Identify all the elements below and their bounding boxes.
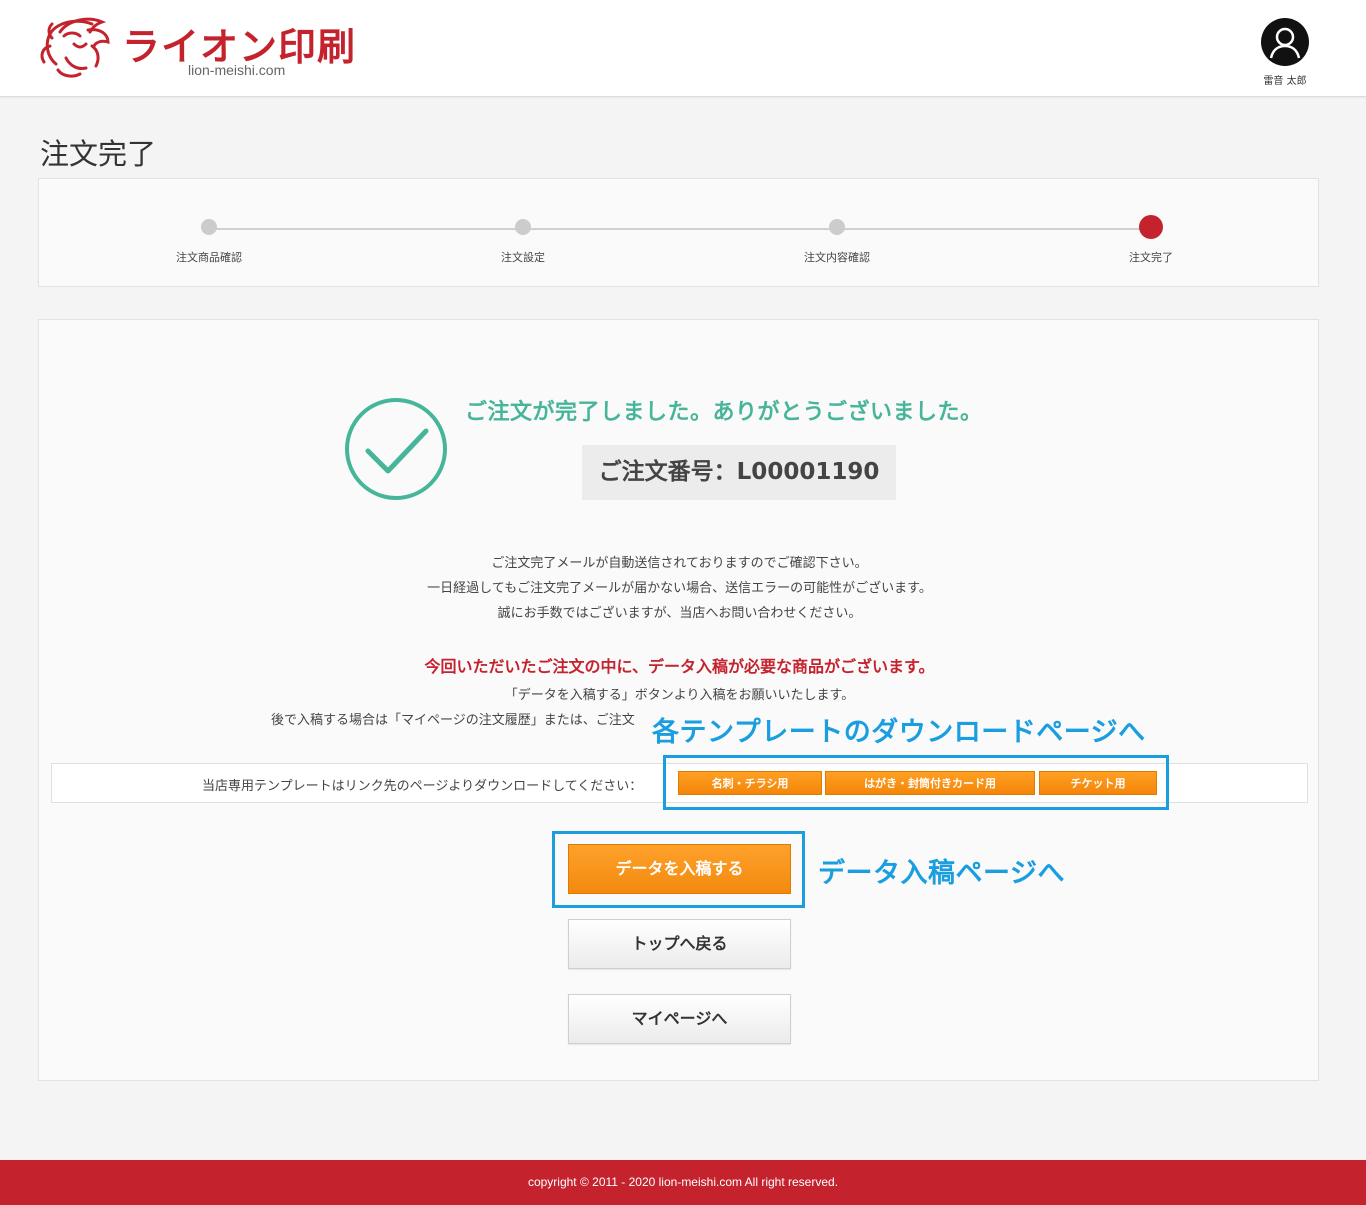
lion-logo-icon xyxy=(40,17,110,78)
step-confirm-items: 注文商品確認 xyxy=(149,219,269,265)
user-menu[interactable]: 雷音 太郎 xyxy=(1252,18,1318,87)
step-label: 注文完了 xyxy=(1129,251,1173,264)
order-number: ご注文番号：L00001190 xyxy=(582,445,896,500)
step-confirm-order: 注文内容確認 xyxy=(777,219,897,265)
user-name: 雷音 太郎 xyxy=(1263,76,1307,87)
step-label: 注文設定 xyxy=(501,251,545,264)
step-dot xyxy=(515,219,531,235)
order-progress-steps: 注文商品確認 注文設定 注文内容確認 注文完了 xyxy=(38,178,1319,287)
site-footer: copyright © 2011 - 2020 lion-meishi.com … xyxy=(0,1160,1366,1205)
person-icon xyxy=(1269,27,1301,59)
site-header: ライオン印刷 lion-meishi.com 雷音 太郎 xyxy=(0,0,1366,97)
upload-required-notice: 今回いただいたご注文の中に、データ入稿が必要な商品がございます。 xyxy=(424,657,935,676)
step-dot xyxy=(201,219,217,235)
step-order-settings: 注文設定 xyxy=(463,219,583,265)
back-to-top-button[interactable]: トップへ戻る xyxy=(568,919,791,969)
step-dot-active xyxy=(1139,215,1163,239)
annotation-templates-box xyxy=(663,755,1169,810)
mypage-button[interactable]: マイページへ xyxy=(568,994,791,1044)
copyright-text: copyright © 2011 - 2020 lion-meishi.com … xyxy=(527,1175,839,1189)
site-logo[interactable]: ライオン印刷 lion-meishi.com xyxy=(38,14,368,84)
step-complete: 注文完了 xyxy=(1091,215,1211,265)
info-line: 一日経過してもご注文完了メールが届かない場合、送信エラーの可能性がございます。 xyxy=(427,581,932,596)
step-label: 注文商品確認 xyxy=(176,251,242,264)
annotation-upload-label: データ入稿ページへ xyxy=(818,858,1065,889)
step-dot xyxy=(829,219,845,235)
upload-later-instruction: 後で入稿する場合は「マイページの注文履歴」または、ご注文 xyxy=(271,713,635,728)
info-line: 誠にお手数ではございますが、当店へお問い合わせください。 xyxy=(497,606,862,621)
page-title: 注文完了 xyxy=(40,137,157,171)
progress-line xyxy=(209,228,1151,230)
order-complete-panel: ご注文が完了しました。ありがとうございました。 ご注文番号：L00001190 … xyxy=(38,319,1319,1081)
step-label: 注文内容確認 xyxy=(804,251,870,264)
brand-domain: lion-meishi.com xyxy=(188,62,286,78)
info-line: ご注文完了メールが自動送信されておりますのでご確認下さい。 xyxy=(491,556,868,571)
user-avatar-icon[interactable] xyxy=(1261,18,1309,66)
upload-instruction: 「データを入稿する」ボタンより入稿をお願いいたします。 xyxy=(504,688,855,703)
annotation-upload-box xyxy=(552,831,805,908)
order-complete-message: ご注文が完了しました。ありがとうございました。 xyxy=(465,400,983,425)
annotation-templates-label: 各テンプレートのダウンロードページへ xyxy=(652,717,1146,748)
check-circle-icon xyxy=(345,398,447,500)
template-download-text: 当店専用テンプレートはリンク先のページよりダウンロードしてください： xyxy=(202,779,643,794)
